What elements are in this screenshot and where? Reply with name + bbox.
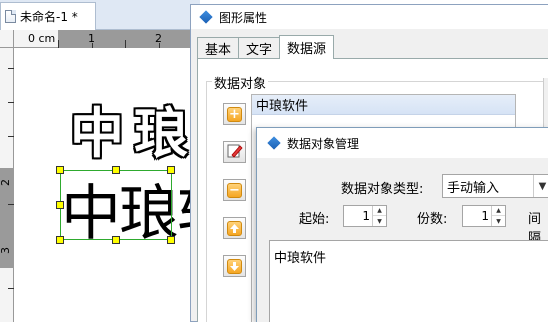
stepper-up-icon[interactable]: ▲ xyxy=(492,206,505,216)
edit-button[interactable] xyxy=(223,141,246,163)
dialog-titlebar[interactable]: 数据对象管理 xyxy=(257,128,548,158)
properties-titlebar[interactable]: 图形属性 xyxy=(191,5,548,29)
copies-label: 份数: xyxy=(417,212,448,227)
start-stepper[interactable]: 1 ▲ ▼ xyxy=(343,205,387,227)
selection-box xyxy=(60,170,172,240)
label-canvas[interactable]: 中琅 中琅软 xyxy=(15,49,237,322)
add-button[interactable]: + xyxy=(223,103,246,125)
resize-handle[interactable] xyxy=(56,236,64,244)
copies-stepper-buttons: ▲ ▼ xyxy=(491,206,505,226)
type-label: 数据对象类型: xyxy=(341,182,424,197)
data-object-group-title: 数据对象 xyxy=(212,73,269,92)
document-tab-bar: 未命名-1 * xyxy=(0,0,200,30)
type-select-value: 手动输入 xyxy=(447,180,500,196)
app-logo-icon xyxy=(198,9,214,25)
ruler-highlight xyxy=(58,30,200,48)
move-down-button[interactable] xyxy=(223,255,246,277)
start-label: 起始: xyxy=(299,212,330,227)
outline-text-object[interactable]: 中琅 xyxy=(70,89,198,168)
ruler-corner xyxy=(0,30,14,48)
data-object-type-select[interactable]: 手动输入 ▼ xyxy=(442,174,548,198)
tab-text[interactable]: 文字 xyxy=(238,37,281,59)
dialog-title: 数据对象管理 xyxy=(287,136,360,151)
properties-tabbar: 基本 文字 数据源 xyxy=(197,35,335,59)
dialog-body: 数据对象类型: 手动输入 ▼ 起始: 1 ▲ ▼ 份数: 1 ▲ ▼ 间隔 中琅… xyxy=(257,158,548,322)
copies-stepper[interactable]: 1 ▲ ▼ xyxy=(462,205,506,227)
horizontal-ruler: 0 cm 1 2 xyxy=(14,30,200,48)
resize-handle[interactable] xyxy=(112,236,120,244)
start-value: 1 xyxy=(362,209,370,223)
document-icon xyxy=(5,10,16,23)
document-tab-label: 未命名-1 * xyxy=(20,10,78,24)
copies-value: 1 xyxy=(481,209,489,223)
move-up-button[interactable] xyxy=(223,217,246,239)
data-object-dialog: 数据对象管理 数据对象类型: 手动输入 ▼ 起始: 1 ▲ ▼ 份数: 1 ▲ … xyxy=(256,127,548,322)
content-textarea[interactable]: 中琅软件 xyxy=(269,240,548,322)
edit-icon xyxy=(227,143,243,162)
ruler-label: 2 xyxy=(0,179,12,186)
resize-handle[interactable] xyxy=(56,166,64,174)
list-item[interactable]: 中琅软件 xyxy=(252,95,515,115)
content-text: 中琅软件 xyxy=(274,251,327,266)
move-up-icon xyxy=(227,220,242,236)
resize-handle[interactable] xyxy=(167,236,175,244)
ruler-unit-label: 0 cm xyxy=(28,32,56,45)
ruler-label: 3 xyxy=(0,247,12,254)
stepper-up-icon[interactable]: ▲ xyxy=(373,206,386,216)
stepper-down-icon[interactable]: ▼ xyxy=(492,216,505,226)
remove-button[interactable]: − xyxy=(223,179,246,201)
properties-title: 图形属性 xyxy=(219,10,268,25)
tab-datasource[interactable]: 数据源 xyxy=(279,35,335,59)
chevron-down-icon[interactable]: ▼ xyxy=(533,175,548,197)
add-icon: + xyxy=(227,106,242,122)
resize-handle[interactable] xyxy=(56,201,64,209)
resize-handle[interactable] xyxy=(167,166,175,174)
app-logo-icon xyxy=(266,135,282,151)
document-tab[interactable]: 未命名-1 * xyxy=(0,2,96,30)
move-down-icon xyxy=(227,258,242,274)
tab-basic[interactable]: 基本 xyxy=(197,37,240,59)
start-stepper-buttons: ▲ ▼ xyxy=(372,206,386,226)
stepper-down-icon[interactable]: ▼ xyxy=(373,216,386,226)
remove-icon: − xyxy=(227,182,242,198)
vertical-ruler: 2 3 xyxy=(0,48,14,322)
resize-handle[interactable] xyxy=(112,166,120,174)
